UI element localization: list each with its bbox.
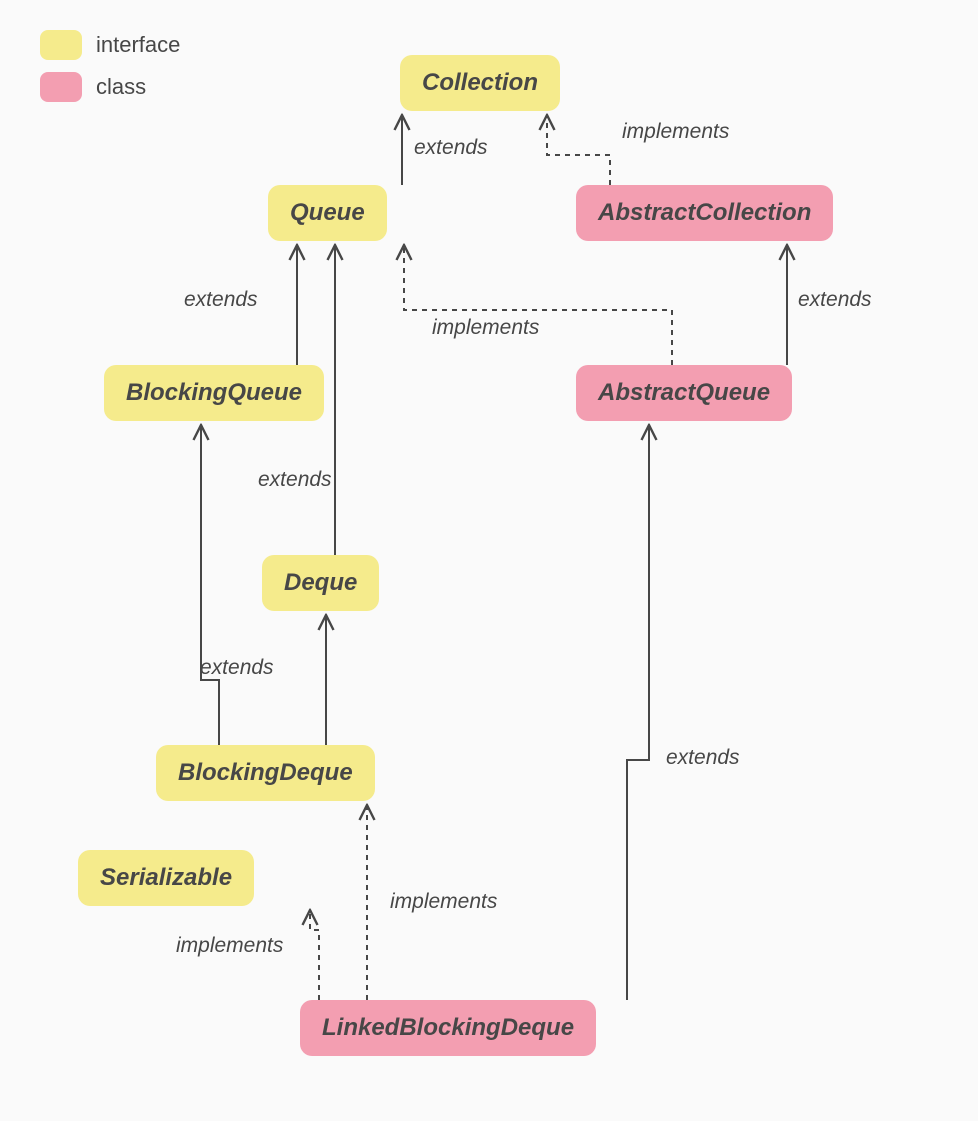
- label-queue-ext-collection: extends: [414, 136, 488, 160]
- edges-layer: [0, 0, 978, 1121]
- node-label: Collection: [422, 69, 538, 96]
- legend-text-class: class: [96, 74, 146, 100]
- edge-lbd-extends-absqueue: [627, 425, 649, 1000]
- legend-text-interface: interface: [96, 32, 180, 58]
- label-lbd-impl-blockd: implements: [390, 890, 497, 914]
- label-abscol-impl-collection: implements: [622, 120, 729, 144]
- node-label: AbstractQueue: [598, 379, 770, 406]
- node-queue: Queue: [268, 185, 387, 241]
- node-label: BlockingQueue: [126, 379, 302, 406]
- edge-lbd-implements-serializable: [310, 910, 319, 1000]
- legend-swatch-class: [40, 72, 82, 102]
- node-serializable: Serializable: [78, 850, 254, 906]
- node-label: Deque: [284, 569, 357, 596]
- label-blockd-ext: extends: [200, 656, 274, 680]
- label-deque-ext-queue: extends: [258, 468, 332, 492]
- node-label: LinkedBlockingDeque: [322, 1014, 574, 1041]
- label-absq-ext-abscol: extends: [798, 288, 872, 312]
- node-blocking-queue: BlockingQueue: [104, 365, 324, 421]
- node-label: AbstractCollection: [598, 199, 811, 226]
- node-label: Queue: [290, 199, 365, 226]
- edge-abscoll-implements-collection: [547, 115, 610, 185]
- diagram-canvas: interface class: [0, 0, 978, 1121]
- legend: interface class: [40, 30, 180, 114]
- label-lbd-ext-absq: extends: [666, 746, 740, 770]
- node-collection: Collection: [400, 55, 560, 111]
- label-absq-impl-queue: implements: [432, 316, 539, 340]
- edge-blockingdeque-extends-blockingqueue: [201, 425, 219, 745]
- node-abstract-collection: AbstractCollection: [576, 185, 833, 241]
- edge-absqueue-implements-queue: [404, 245, 672, 365]
- node-deque: Deque: [262, 555, 379, 611]
- label-blockq-ext-queue: extends: [184, 288, 258, 312]
- node-blocking-deque: BlockingDeque: [156, 745, 375, 801]
- label-lbd-impl-serial: implements: [176, 934, 283, 958]
- legend-row-class: class: [40, 72, 180, 102]
- legend-swatch-interface: [40, 30, 82, 60]
- node-label: BlockingDeque: [178, 759, 353, 786]
- node-linked-blocking-deque: LinkedBlockingDeque: [300, 1000, 596, 1056]
- node-abstract-queue: AbstractQueue: [576, 365, 792, 421]
- legend-row-interface: interface: [40, 30, 180, 60]
- node-label: Serializable: [100, 864, 232, 891]
